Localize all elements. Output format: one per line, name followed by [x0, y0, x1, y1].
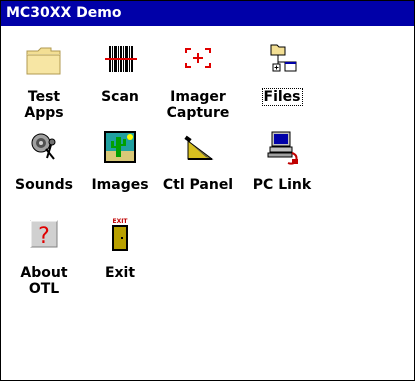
app-label: Images	[91, 177, 149, 193]
file-explorer-icon	[262, 41, 302, 81]
app-files[interactable]: Files	[243, 41, 321, 125]
app-imager-capture[interactable]: Imager Capture	[159, 41, 237, 125]
device-screen: MC30XX Demo Test Apps Scan Imager Captur…	[0, 0, 415, 381]
window-title: MC30XX Demo	[6, 5, 122, 21]
barcode-scan-icon	[100, 41, 140, 81]
speaker-microphone-icon	[24, 129, 64, 169]
question-mark-glyph: ?	[38, 224, 50, 249]
cactus-picture-icon	[100, 129, 140, 169]
app-scan[interactable]: Scan	[81, 41, 159, 125]
app-sounds[interactable]: Sounds	[5, 129, 83, 213]
title-bar: MC30XX Demo	[1, 1, 414, 26]
app-test-apps[interactable]: Test Apps	[5, 41, 83, 125]
imager-capture-icon	[178, 41, 218, 81]
app-images[interactable]: Images	[81, 129, 159, 213]
exit-door-icon: EXIT	[100, 217, 140, 257]
app-ctl-panel[interactable]: Ctl Panel	[159, 129, 237, 213]
app-label: Files	[261, 88, 303, 106]
exit-sign-text: EXIT	[112, 218, 128, 225]
app-exit[interactable]: EXIT Exit	[81, 217, 159, 301]
question-mark-icon: ?	[24, 217, 64, 257]
app-label: Sounds	[15, 177, 73, 193]
app-label: Scan	[101, 89, 139, 105]
app-pc-link[interactable]: PC Link	[243, 129, 321, 213]
app-label: Imager Capture	[166, 89, 230, 121]
app-label: About OTL	[20, 265, 68, 297]
app-label: Test Apps	[24, 89, 64, 121]
folder-icon	[24, 41, 64, 81]
app-label: PC Link	[252, 177, 312, 193]
app-label: Ctl Panel	[162, 177, 234, 193]
app-label: Exit	[104, 265, 136, 281]
pc-link-icon	[262, 129, 302, 169]
pencil-panel-icon	[178, 129, 218, 169]
app-about-otl[interactable]: ? About OTL	[5, 217, 83, 301]
